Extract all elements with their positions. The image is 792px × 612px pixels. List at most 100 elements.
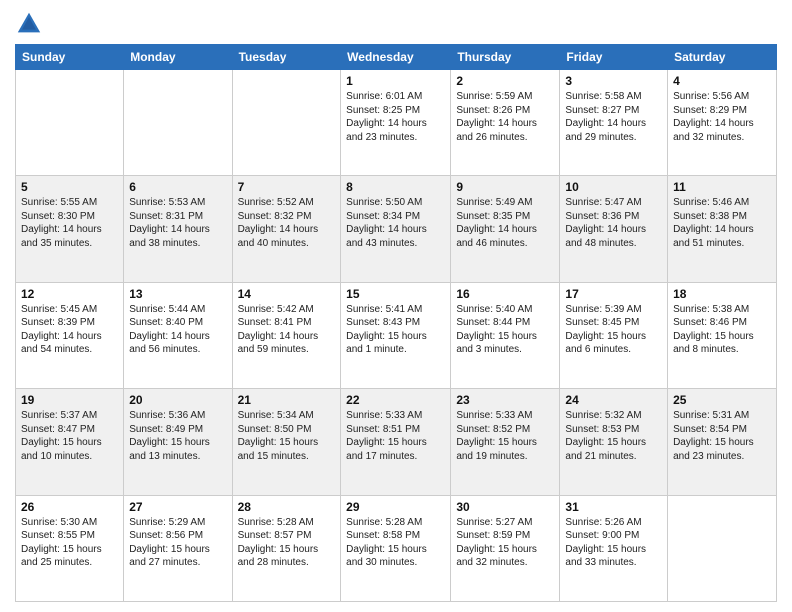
calendar-cell: 11Sunrise: 5:46 AMSunset: 8:38 PMDayligh… bbox=[668, 176, 777, 282]
calendar-week-row: 26 Sunrise: 5:30 AMSunset: 8:55 PMDayligh… bbox=[16, 495, 777, 601]
day-info: Sunrise: 5:40 AMSunset: 8:44 PMDaylight:… bbox=[456, 303, 554, 357]
day-number: 29 bbox=[346, 500, 445, 514]
calendar-cell: 28Sunrise: 5:28 AMSunset: 8:57 PMDayligh… bbox=[232, 495, 341, 601]
day-number: 8 bbox=[346, 180, 445, 194]
header bbox=[15, 10, 777, 38]
day-info: Sunrise: 5:26 AMSunset: 9:00 PMDaylight:… bbox=[565, 516, 662, 570]
day-info: Sunrise: 5:42 AMSunset: 8:41 PMDaylight:… bbox=[238, 303, 336, 357]
day-info: Sunrise: 5:44 AMSunset: 8:40 PMDaylight:… bbox=[129, 303, 226, 357]
calendar-cell: 24Sunrise: 5:32 AMSunset: 8:53 PMDayligh… bbox=[560, 389, 668, 495]
day-number: 19 bbox=[21, 393, 118, 407]
calendar-header-row: SundayMondayTuesdayWednesdayThursdayFrid… bbox=[16, 45, 777, 70]
calendar-cell: 6 Sunrise: 5:53 AMSunset: 8:31 PMDaylight… bbox=[124, 176, 232, 282]
day-info: Sunrise: 5:33 AMSunset: 8:51 PMDaylight:… bbox=[346, 409, 445, 463]
weekday-header: Wednesday bbox=[341, 45, 451, 70]
day-number: 3 bbox=[565, 74, 662, 88]
weekday-header: Friday bbox=[560, 45, 668, 70]
day-info: Sunrise: 5:30 AMSunset: 8:55 PMDaylight:… bbox=[21, 516, 118, 570]
calendar-cell: 27 Sunrise: 5:29 AMSunset: 8:56 PMDayligh… bbox=[124, 495, 232, 601]
day-number: 5 bbox=[21, 180, 118, 194]
calendar-cell: 9Sunrise: 5:49 AMSunset: 8:35 PMDaylight… bbox=[451, 176, 560, 282]
day-number: 6 bbox=[129, 180, 226, 194]
calendar-cell: 3 Sunrise: 5:58 AMSunset: 8:27 PMDaylight… bbox=[560, 70, 668, 176]
day-info: Sunrise: 5:39 AMSunset: 8:45 PMDaylight:… bbox=[565, 303, 662, 357]
calendar-cell: 31 Sunrise: 5:26 AMSunset: 9:00 PMDayligh… bbox=[560, 495, 668, 601]
day-info: Sunrise: 5:29 AMSunset: 8:56 PMDaylight:… bbox=[129, 516, 226, 570]
calendar-week-row: 19Sunrise: 5:37 AMSunset: 8:47 PMDayligh… bbox=[16, 389, 777, 495]
day-info: Sunrise: 5:33 AMSunset: 8:52 PMDaylight:… bbox=[456, 409, 554, 463]
calendar-cell: 5 Sunrise: 5:55 AMSunset: 8:30 PMDaylight… bbox=[16, 176, 124, 282]
calendar-cell: 26 Sunrise: 5:30 AMSunset: 8:55 PMDayligh… bbox=[16, 495, 124, 601]
calendar-cell: 25 Sunrise: 5:31 AMSunset: 8:54 PMDayligh… bbox=[668, 389, 777, 495]
day-number: 31 bbox=[565, 500, 662, 514]
day-info: Sunrise: 5:36 AMSunset: 8:49 PMDaylight:… bbox=[129, 409, 226, 463]
calendar-cell: 12 Sunrise: 5:45 AMSunset: 8:39 PMDayligh… bbox=[16, 282, 124, 388]
day-info: Sunrise: 5:45 AMSunset: 8:39 PMDaylight:… bbox=[21, 303, 118, 357]
calendar-cell: 20 Sunrise: 5:36 AMSunset: 8:49 PMDayligh… bbox=[124, 389, 232, 495]
calendar-week-row: 12 Sunrise: 5:45 AMSunset: 8:39 PMDayligh… bbox=[16, 282, 777, 388]
weekday-header: Monday bbox=[124, 45, 232, 70]
day-number: 27 bbox=[129, 500, 226, 514]
calendar-cell: 13 Sunrise: 5:44 AMSunset: 8:40 PMDayligh… bbox=[124, 282, 232, 388]
day-info: Sunrise: 5:47 AMSunset: 8:36 PMDaylight:… bbox=[565, 196, 662, 250]
day-number: 1 bbox=[346, 74, 445, 88]
day-info: Sunrise: 5:41 AMSunset: 8:43 PMDaylight:… bbox=[346, 303, 445, 357]
calendar-cell: 19Sunrise: 5:37 AMSunset: 8:47 PMDayligh… bbox=[16, 389, 124, 495]
day-number: 26 bbox=[21, 500, 118, 514]
calendar-cell: 22 Sunrise: 5:33 AMSunset: 8:51 PMDayligh… bbox=[341, 389, 451, 495]
calendar-cell: 16 Sunrise: 5:40 AMSunset: 8:44 PMDayligh… bbox=[451, 282, 560, 388]
calendar-cell: 7 Sunrise: 5:52 AMSunset: 8:32 PMDaylight… bbox=[232, 176, 341, 282]
calendar-cell: 8Sunrise: 5:50 AMSunset: 8:34 PMDaylight… bbox=[341, 176, 451, 282]
day-number: 18 bbox=[673, 287, 771, 301]
logo-icon bbox=[15, 10, 43, 38]
day-number: 12 bbox=[21, 287, 118, 301]
day-info: Sunrise: 5:31 AMSunset: 8:54 PMDaylight:… bbox=[673, 409, 771, 463]
day-info: Sunrise: 5:58 AMSunset: 8:27 PMDaylight:… bbox=[565, 90, 662, 144]
day-number: 2 bbox=[456, 74, 554, 88]
calendar-cell: 21 Sunrise: 5:34 AMSunset: 8:50 PMDayligh… bbox=[232, 389, 341, 495]
day-info: Sunrise: 6:01 AMSunset: 8:25 PMDaylight:… bbox=[346, 90, 445, 144]
calendar-cell: 15 Sunrise: 5:41 AMSunset: 8:43 PMDayligh… bbox=[341, 282, 451, 388]
day-number: 21 bbox=[238, 393, 336, 407]
day-number: 15 bbox=[346, 287, 445, 301]
day-number: 4 bbox=[673, 74, 771, 88]
day-number: 17 bbox=[565, 287, 662, 301]
day-number: 30 bbox=[456, 500, 554, 514]
day-number: 16 bbox=[456, 287, 554, 301]
weekday-header: Sunday bbox=[16, 45, 124, 70]
day-number: 24 bbox=[565, 393, 662, 407]
day-info: Sunrise: 5:55 AMSunset: 8:30 PMDaylight:… bbox=[21, 196, 118, 250]
day-info: Sunrise: 5:59 AMSunset: 8:26 PMDaylight:… bbox=[456, 90, 554, 144]
weekday-header: Saturday bbox=[668, 45, 777, 70]
day-number: 7 bbox=[238, 180, 336, 194]
calendar-week-row: 1 Sunrise: 6:01 AMSunset: 8:25 PMDaylight… bbox=[16, 70, 777, 176]
day-number: 22 bbox=[346, 393, 445, 407]
calendar-table: SundayMondayTuesdayWednesdayThursdayFrid… bbox=[15, 44, 777, 602]
day-number: 20 bbox=[129, 393, 226, 407]
calendar-cell: 2 Sunrise: 5:59 AMSunset: 8:26 PMDaylight… bbox=[451, 70, 560, 176]
day-info: Sunrise: 5:56 AMSunset: 8:29 PMDaylight:… bbox=[673, 90, 771, 144]
calendar-cell: 14 Sunrise: 5:42 AMSunset: 8:41 PMDayligh… bbox=[232, 282, 341, 388]
day-number: 14 bbox=[238, 287, 336, 301]
page: SundayMondayTuesdayWednesdayThursdayFrid… bbox=[0, 0, 792, 612]
calendar-cell bbox=[124, 70, 232, 176]
day-info: Sunrise: 5:28 AMSunset: 8:58 PMDaylight:… bbox=[346, 516, 445, 570]
day-number: 10 bbox=[565, 180, 662, 194]
weekday-header: Tuesday bbox=[232, 45, 341, 70]
calendar-week-row: 5 Sunrise: 5:55 AMSunset: 8:30 PMDaylight… bbox=[16, 176, 777, 282]
day-info: Sunrise: 5:28 AMSunset: 8:57 PMDaylight:… bbox=[238, 516, 336, 570]
day-number: 13 bbox=[129, 287, 226, 301]
day-info: Sunrise: 5:38 AMSunset: 8:46 PMDaylight:… bbox=[673, 303, 771, 357]
day-info: Sunrise: 5:34 AMSunset: 8:50 PMDaylight:… bbox=[238, 409, 336, 463]
calendar-cell: 10 Sunrise: 5:47 AMSunset: 8:36 PMDayligh… bbox=[560, 176, 668, 282]
day-info: Sunrise: 5:52 AMSunset: 8:32 PMDaylight:… bbox=[238, 196, 336, 250]
calendar-cell bbox=[232, 70, 341, 176]
day-number: 25 bbox=[673, 393, 771, 407]
calendar-cell: 18 Sunrise: 5:38 AMSunset: 8:46 PMDayligh… bbox=[668, 282, 777, 388]
day-info: Sunrise: 5:53 AMSunset: 8:31 PMDaylight:… bbox=[129, 196, 226, 250]
calendar-cell: 4 Sunrise: 5:56 AMSunset: 8:29 PMDaylight… bbox=[668, 70, 777, 176]
calendar-cell: 30 Sunrise: 5:27 AMSunset: 8:59 PMDayligh… bbox=[451, 495, 560, 601]
day-info: Sunrise: 5:27 AMSunset: 8:59 PMDaylight:… bbox=[456, 516, 554, 570]
calendar-cell: 29 Sunrise: 5:28 AMSunset: 8:58 PMDayligh… bbox=[341, 495, 451, 601]
day-info: Sunrise: 5:46 AMSunset: 8:38 PMDaylight:… bbox=[673, 196, 771, 250]
